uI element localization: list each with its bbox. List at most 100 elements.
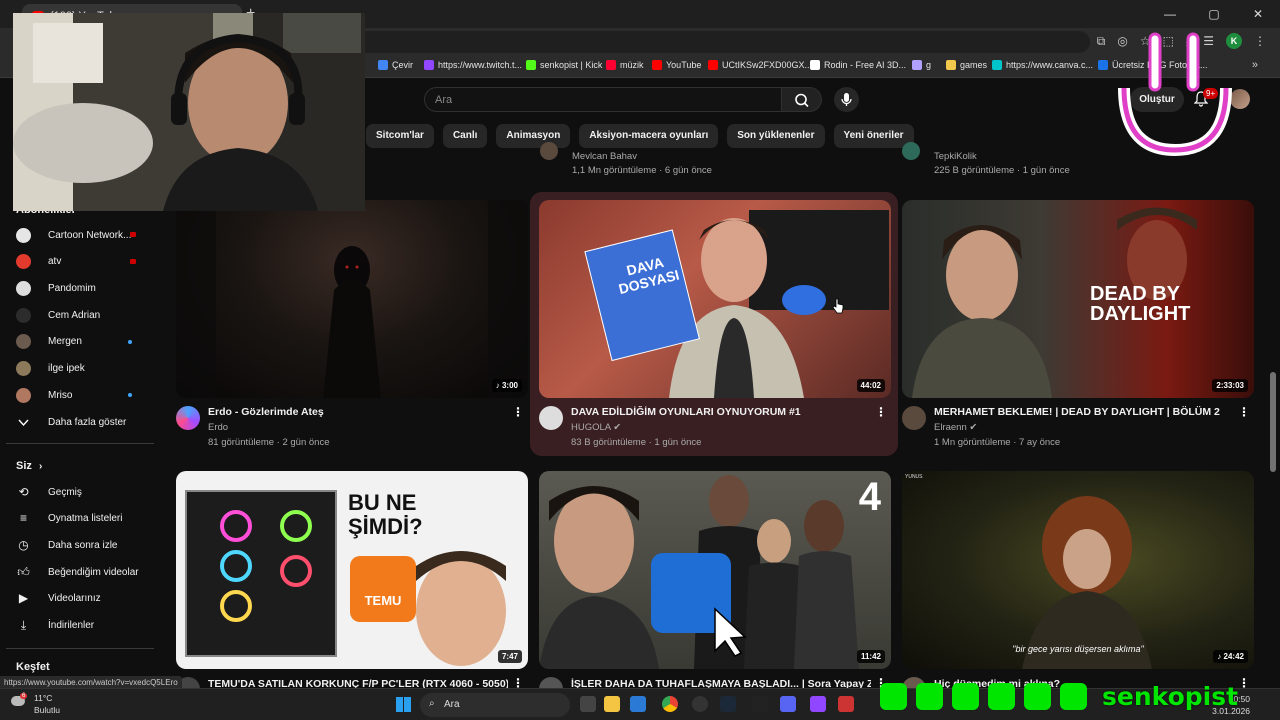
video-title[interactable]: MERHAMET BEKLEME! | DEAD BY DAYLIGHT | B… <box>934 406 1234 418</box>
video-channel[interactable]: HUGOLA ✔ <box>571 422 621 433</box>
weather-condition: Bulutlu <box>34 705 60 715</box>
video-title[interactable]: Erdo - Gözlerimde Ateş <box>208 406 508 418</box>
microphone-icon <box>841 93 852 106</box>
file-explorer-icon[interactable] <box>604 696 620 712</box>
bookmark-item[interactable]: YouTube <box>652 60 701 70</box>
sidebar-item-downloads[interactable]: ⤓ İndirilenler <box>16 616 146 636</box>
discord-icon[interactable] <box>780 696 796 712</box>
minimize-button[interactable]: — <box>1148 0 1192 28</box>
more-options-icon[interactable]: ⋮ <box>512 405 524 419</box>
store-icon[interactable] <box>630 696 646 712</box>
menu-dots-icon[interactable]: ⋮ <box>1254 34 1266 48</box>
video-thumbnail[interactable]: BU NE ŞİMDİ? TEMU 7:47 <box>176 471 528 669</box>
filter-chip[interactable]: Animasyon <box>496 124 571 148</box>
epic-games-icon[interactable] <box>752 696 768 712</box>
bookmark-item[interactable]: games <box>946 60 987 70</box>
video-card[interactable]: DEAD BY DAYLIGHT 2:33:03 MERHAMET BEKLEM… <box>902 200 1254 450</box>
channel-avatar <box>540 142 558 160</box>
sidebar-subscription-item[interactable]: ilge ipek <box>16 359 146 379</box>
instagram-icon <box>880 682 907 710</box>
bookmark-favicon-icon <box>992 60 1002 70</box>
filter-chip[interactable]: Canlı <box>442 124 488 148</box>
bookmark-item[interactable]: senkopist | Kick <box>526 60 602 70</box>
channel-avatar[interactable] <box>902 406 926 430</box>
obs-icon[interactable] <box>692 696 708 712</box>
video-title[interactable]: DAVA EDİLDİĞİM OYUNLARI OYNUYORUM #1 <box>571 406 871 418</box>
maximize-button[interactable]: ▢ <box>1192 0 1236 28</box>
video-thumbnail[interactable]: YUNUS "bir gece yarısı düşersen aklıma" … <box>902 471 1254 669</box>
video-thumbnail[interactable]: 4 11:42 <box>539 471 891 669</box>
show-more-label: Daha fazla göster <box>48 416 127 428</box>
chrome-icon[interactable] <box>662 696 678 712</box>
more-options-icon[interactable]: ⋮ <box>1238 405 1250 419</box>
channel-name: Pandomim <box>48 282 96 294</box>
close-button[interactable]: ✕ <box>1236 0 1280 28</box>
channel-name: Cartoon Network... <box>48 229 132 241</box>
video-card[interactable]: 4 11:42 İŞLER DAHA DA TUHAFLAŞMAYA BAŞLA… <box>539 471 891 701</box>
bookmark-favicon-icon <box>652 60 662 70</box>
partial-card-1[interactable]: Mevlcan Bahav 1,1 Mn görüntüleme · 6 gün… <box>540 142 880 178</box>
bookmark-item[interactable]: müzik <box>606 60 644 70</box>
task-view-icon[interactable] <box>580 696 596 712</box>
bookmark-item[interactable]: Rodin - Free AI 3D... <box>810 60 906 70</box>
bookmark-favicon-icon <box>378 60 388 70</box>
taskbar-search[interactable]: ⌕ Ara <box>420 693 570 717</box>
thumbnail-text: 4 <box>858 475 881 519</box>
filter-chip[interactable]: Yeni öneriler <box>833 124 914 148</box>
sidebar-item-watch-later[interactable]: ◷ Daha sonra izle <box>16 535 146 555</box>
bookmark-item[interactable]: Çevir <box>378 60 413 70</box>
weather-widget[interactable]: 6 11°C Bulutlu <box>0 689 80 720</box>
you-heading[interactable]: Siz › <box>16 460 42 472</box>
sidebar-item-playlists[interactable]: ≡ Oynatma listeleri <box>16 509 146 529</box>
channel-avatar <box>902 142 920 160</box>
filter-chip[interactable]: Son yüklenenler <box>727 124 825 148</box>
video-card[interactable]: DAVA DOSYASI 44:02 DAVA EDİLDİĞİM OYUNLA… <box>539 200 891 450</box>
video-channel[interactable]: Erdo <box>208 422 228 433</box>
app-icon-2[interactable] <box>838 696 854 712</box>
show-more-button[interactable]: Daha fazla göster <box>16 412 146 432</box>
search-button[interactable] <box>782 87 822 112</box>
filter-chip[interactable]: Aksiyon-macera oyunları <box>579 124 719 148</box>
channel-name: Cem Adrian <box>48 309 101 321</box>
cast-icon[interactable]: ⧉ <box>1097 34 1106 49</box>
thumbnail-art <box>1022 496 1152 669</box>
video-card[interactable]: ♪ 3:00 Erdo - Gözlerimde Ateş Erdo 81 gö… <box>176 200 528 450</box>
sidebar-item-liked-videos[interactable]: 👍︎ Beğendiğim videolar <box>16 562 146 582</box>
windows-start-icon[interactable] <box>396 697 411 712</box>
sidebar-item-your-videos[interactable]: ▶ Videolarınız <box>16 589 146 609</box>
explore-heading: Keşfet <box>16 661 50 673</box>
sidebar-subscription-item[interactable]: Mergen <box>16 332 146 352</box>
sidebar-subscription-item[interactable]: Cem Adrian <box>16 305 146 325</box>
app-icon[interactable] <box>810 696 826 712</box>
video-card[interactable]: YUNUS "bir gece yarısı düşersen aklıma" … <box>902 471 1254 701</box>
filter-chip[interactable]: Sitcom'lar <box>366 124 434 148</box>
page-scrollbar[interactable] <box>1270 372 1276 472</box>
bookmark-item[interactable]: https://www.twitch.t... <box>424 60 522 70</box>
bookmarks-overflow-icon[interactable]: » <box>1252 59 1258 71</box>
bookmark-favicon-icon <box>810 60 820 70</box>
sidebar-subscription-item[interactable]: Cartoon Network... <box>16 225 146 245</box>
channel-avatar[interactable] <box>539 406 563 430</box>
channel-name: Mergen <box>48 336 82 348</box>
video-thumbnail[interactable]: ♪ 3:00 <box>176 200 528 398</box>
channel-avatar[interactable] <box>176 406 200 430</box>
weather-temp: 11°C <box>34 693 53 703</box>
bookmark-item[interactable]: g <box>912 60 931 70</box>
more-options-icon[interactable]: ⋮ <box>875 405 887 419</box>
video-channel: Mevlcan Bahav <box>572 151 637 162</box>
video-channel[interactable]: Elraenn ✔ <box>934 422 977 433</box>
sidebar-subscription-item[interactable]: Mriso <box>16 385 146 405</box>
steam-icon[interactable] <box>720 696 736 712</box>
search-input[interactable]: Ara <box>424 87 782 112</box>
bookmark-item[interactable]: UCtIKSw2FXD00GX... <box>708 60 812 70</box>
bookmark-item[interactable]: https://www.canva.c... <box>992 60 1093 70</box>
sidebar-subscription-item[interactable]: atv <box>16 252 146 272</box>
sidebar-subscription-item[interactable]: Pandomim <box>16 278 146 298</box>
video-thumbnail[interactable]: DEAD BY DAYLIGHT 2:33:03 <box>902 200 1254 398</box>
video-card[interactable]: BU NE ŞİMDİ? TEMU 7:47 TEMU'DA SATILAN K… <box>176 471 528 701</box>
temu-logo-text: TEMU <box>364 593 402 608</box>
channel-avatar <box>16 307 31 323</box>
sidebar-item-history[interactable]: ⟲ Geçmiş <box>16 482 146 502</box>
voice-search-button[interactable] <box>834 87 859 112</box>
bookmark-favicon-icon <box>424 60 434 70</box>
